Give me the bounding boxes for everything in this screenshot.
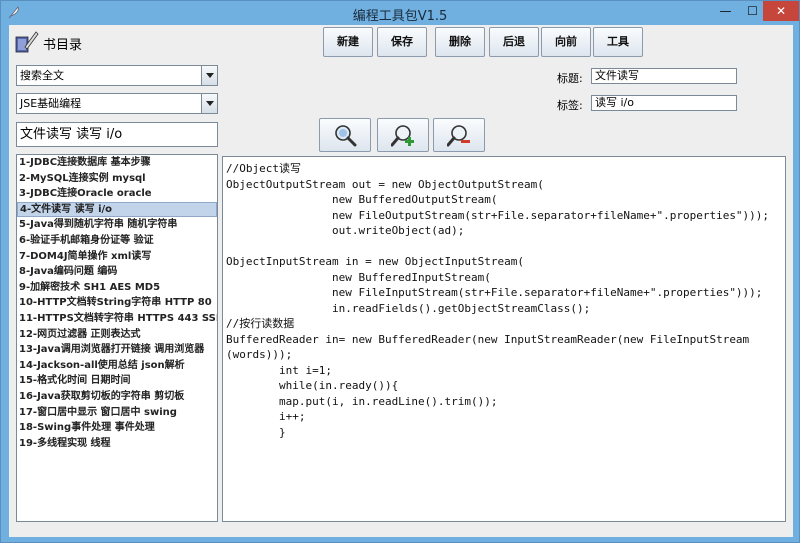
chevron-down-icon[interactable]	[201, 94, 217, 113]
list-item[interactable]: 4-文件读写 读写 i/o	[17, 201, 217, 218]
list-item[interactable]: 1-JDBC连接数据库 基本步骤	[17, 155, 217, 171]
code-editor[interactable]: //Object读写 ObjectOutputStream out = new O…	[222, 156, 786, 522]
save-button[interactable]: 保存	[377, 27, 427, 57]
forward-button[interactable]: 向前	[541, 27, 591, 57]
list-item[interactable]: 12-网页过滤器 正则表达式	[17, 327, 217, 343]
close-button[interactable]: ✕	[763, 1, 799, 21]
list-item[interactable]: 11-HTTPS文档转字符串 HTTPS 443 SSH	[17, 311, 217, 327]
app-window: 编程工具包V1.5 — ☐ ✕ 书目录 搜索全文 JSE基础编程 文件读写 读写…	[0, 0, 800, 543]
magnifier-plus-icon	[391, 125, 414, 147]
list-item[interactable]: 19-多线程实现 线程	[17, 436, 217, 452]
list-item[interactable]: 9-加解密技术 SH1 AES MD5	[17, 280, 217, 296]
category-select[interactable]: JSE基础编程	[16, 93, 218, 114]
code-line: int i=1;	[226, 363, 332, 377]
magnifier-minus-icon	[447, 125, 470, 147]
new-button[interactable]: 新建	[323, 27, 373, 57]
tag-field[interactable]: 读写 i/o	[591, 95, 737, 111]
book-directory-label: 书目录	[43, 38, 83, 53]
list-item[interactable]: 10-HTTP文档转String字符串 HTTP 80	[17, 295, 217, 311]
main-panel: 书目录 搜索全文 JSE基础编程 文件读写 读写 i/o 1-JDBC连接数据库…	[9, 25, 793, 537]
list-item[interactable]: 16-Java获取剪切板的字符串 剪切板	[17, 389, 217, 405]
code-line: while(in.ready()){	[226, 379, 399, 392]
code-line: i++;	[226, 410, 306, 423]
code-line: ObjectInputStream in = new ObjectInputSt…	[226, 255, 525, 268]
code-line: new BufferedInputStream(	[226, 270, 491, 284]
list-item[interactable]: 18-Swing事件处理 事件处理	[17, 420, 217, 436]
book-pen-icon	[15, 31, 39, 53]
magnifier-search-icon	[335, 125, 357, 147]
back-button[interactable]: 后退	[489, 27, 539, 57]
category-value: JSE基础编程	[20, 97, 82, 110]
search-scope-value: 搜索全文	[20, 69, 64, 82]
code-line: out.writeObject(ad);	[226, 224, 465, 237]
tag-label: 标签:	[557, 99, 583, 112]
list-item[interactable]: 14-Jackson-all使用总结 json解析	[17, 358, 217, 374]
list-item[interactable]: 13-Java调用浏览器打开链接 调用浏览器	[17, 342, 217, 358]
list-item[interactable]: 5-Java得到随机字符串 随机字符串	[17, 217, 217, 233]
list-item[interactable]: 2-MySQL连接实例 mysql	[17, 171, 217, 187]
maximize-button[interactable]: ☐	[739, 1, 766, 21]
search-input[interactable]: 文件读写 读写 i/o	[16, 122, 218, 147]
minimize-button[interactable]: —	[712, 1, 739, 21]
code-line: in.readFields().getObjectStreamClass();	[226, 301, 591, 315]
tools-button[interactable]: 工具	[593, 27, 643, 57]
list-item[interactable]: 17-窗口居中显示 窗口居中 swing	[17, 405, 217, 421]
code-line: }	[226, 425, 286, 439]
code-line: //按行读数据	[226, 317, 295, 330]
chevron-down-icon[interactable]	[201, 66, 217, 85]
list-item[interactable]: 3-JDBC连接Oracle oracle	[17, 186, 217, 202]
title-field[interactable]: 文件读写	[591, 68, 737, 84]
code-line: map.put(i, in.readLine().trim());	[226, 394, 498, 408]
code-line: //Object读写	[226, 162, 301, 175]
list-item[interactable]: 6-验证手机邮箱身份证等 验证	[17, 233, 217, 249]
delete-button[interactable]: 删除	[435, 27, 485, 57]
code-line: new FileOutputStream(str+File.separator+…	[226, 208, 770, 222]
window-title: 编程工具包V1.5	[352, 9, 448, 24]
list-item[interactable]: 8-Java编码问题 编码	[17, 264, 217, 280]
search-scope-select[interactable]: 搜索全文	[16, 65, 218, 86]
title-label: 标题:	[557, 72, 583, 85]
code-line: new FileInputStream(str+File.separator+f…	[226, 286, 763, 299]
code-line: new BufferedOutputStream(	[226, 193, 498, 206]
title-bar[interactable]: 编程工具包V1.5 — ☐ ✕	[1, 1, 799, 25]
code-line: (words)));	[226, 348, 293, 361]
entry-list[interactable]: 1-JDBC连接数据库 基本步骤 2-MySQL连接实例 mysql 3-JDBC连…	[16, 154, 218, 522]
code-line: BufferedReader in= new BufferedReader(ne…	[226, 332, 750, 346]
add-button[interactable]	[377, 118, 429, 152]
remove-button[interactable]	[433, 118, 485, 152]
search-button[interactable]	[319, 118, 371, 152]
code-line: ObjectOutputStream out = new ObjectOutpu…	[226, 177, 544, 191]
list-item[interactable]: 7-DOM4J简单操作 xml读写	[17, 249, 217, 265]
list-item[interactable]: 15-格式化时间 日期时间	[17, 373, 217, 389]
